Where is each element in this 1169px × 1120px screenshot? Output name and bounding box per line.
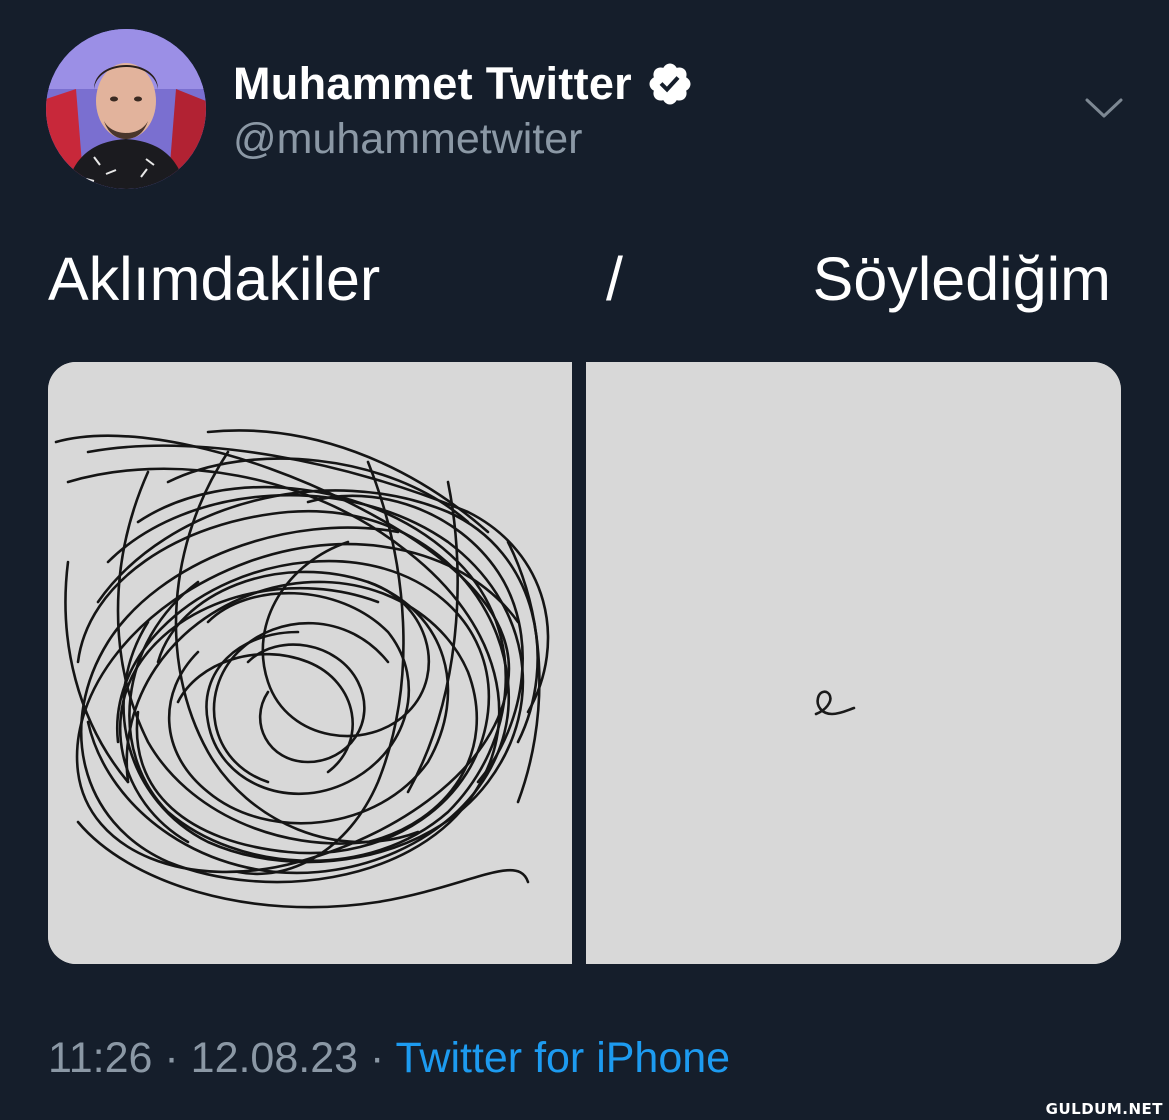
display-name[interactable]: Muhammet Twitter <box>233 58 632 110</box>
watermark: GULDUM.NET <box>1045 1100 1163 1118</box>
media-divider <box>572 362 586 964</box>
tweet-text: Aklımdakiler / Söylediğim <box>48 244 1123 320</box>
avatar-image <box>46 29 206 189</box>
letter-e-drawing <box>814 690 856 716</box>
meta-separator: · <box>370 1034 385 1082</box>
tweet-meta: 11:26 · 12.08.23 · Twitter for iPhone <box>48 1034 730 1083</box>
tweet-text-right: Söylediğim <box>812 245 1111 313</box>
tweet-text-separator: / <box>606 245 623 313</box>
chevron-down-icon[interactable] <box>1083 92 1125 122</box>
tweet-media[interactable] <box>48 362 1121 964</box>
media-right-panel[interactable] <box>586 362 1121 964</box>
handle[interactable]: @muhammetwiter <box>233 115 583 164</box>
verified-badge-icon <box>646 60 694 108</box>
scribble-drawing <box>54 429 550 909</box>
meta-separator: · <box>164 1034 179 1082</box>
tweet-date: 12.08.23 <box>190 1034 359 1082</box>
tweet-time: 11:26 <box>48 1034 153 1082</box>
tweet-text-left: Aklımdakiler <box>48 245 381 313</box>
author-name-row[interactable]: Muhammet Twitter <box>233 55 694 113</box>
tweet-source-link[interactable]: Twitter for iPhone <box>396 1034 731 1082</box>
media-left-panel[interactable] <box>48 362 572 964</box>
avatar[interactable] <box>46 29 206 189</box>
